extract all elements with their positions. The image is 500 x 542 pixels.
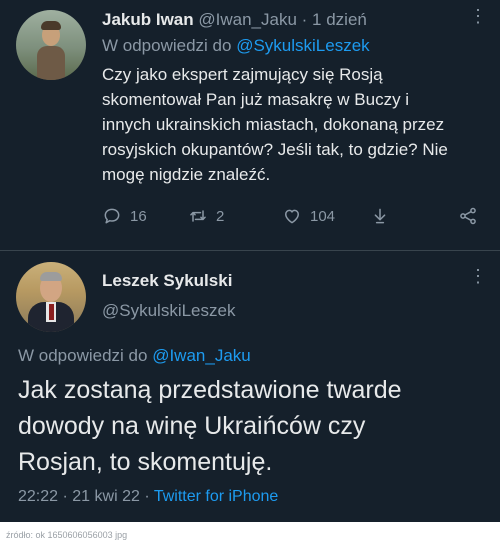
tweet-text: Czy jako ekspert zajmujący się Rosją sko… [102,62,494,187]
divider [0,250,500,251]
tweet-actions: 16 2 104 [102,206,482,228]
reply-icon [104,208,120,224]
tweet-time[interactable]: 1 dzień [312,10,367,29]
tweet-text-line: mogę nigdzie znaleźć. [102,165,271,184]
avatar-hair [40,272,62,281]
like-icon [285,209,299,224]
share-icon [460,207,476,225]
avatar-tie [49,304,54,320]
author-handle[interactable]: @SykulskiLeszek [102,301,235,321]
retweet-icon [190,210,206,222]
share-button[interactable] [458,206,478,226]
more-icon[interactable]: ⋮ [469,266,488,287]
tweet-source[interactable]: Twitter for iPhone [154,488,279,505]
tweet-screenshot: Jakub Iwan @Iwan_Jaku · 1 dzień ⋮ W odpo… [0,0,500,522]
author-handle[interactable]: @Iwan_Jaku [198,10,297,29]
download-button[interactable] [370,206,390,226]
avatar[interactable] [16,262,86,332]
tweet-meta: 22:22 · 21 kwi 22 · Twitter for iPhone [18,488,278,506]
time-separator: · [301,10,308,29]
retweet-button[interactable]: 2 [188,206,224,226]
avatar-hair [41,21,61,30]
more-icon[interactable]: ⋮ [469,6,488,27]
reply-button[interactable]: 16 [102,206,147,226]
replying-to-handle[interactable]: @SykulskiLeszek [236,36,369,55]
reply-tweet[interactable]: Jakub Iwan @Iwan_Jaku · 1 dzień ⋮ W odpo… [0,0,500,250]
tweet-text-line: Czy jako ekspert zajmujący się Rosją [102,65,383,84]
replying-to-handle[interactable]: @Iwan_Jaku [152,346,251,365]
tweet-time[interactable]: 22:22 [18,488,58,505]
retweet-count: 2 [216,207,225,225]
tweet-text-line: rosyjskich okupantów? Jeśli tak, to gdzi… [102,140,448,159]
tweet-text-line: Rosjan, to skomentuję. [18,448,273,476]
avatar-body [37,46,65,80]
like-count: 104 [310,207,336,225]
tweet-text: Jak zostaną przedstawione twarde dowody … [18,372,488,480]
image-caption: źródło: ok 1650606056003 jpg [6,530,128,540]
tweet-header: Jakub Iwan @Iwan_Jaku · 1 dzień [102,10,367,30]
tweet-date[interactable]: 21 kwi 22 [72,488,140,505]
tweet-text-line: innych ukrainskich miastach, dokonaną pr… [102,115,445,134]
download-icon [374,208,386,224]
replying-to-prefix: W odpowiedzi do [18,346,148,365]
like-button[interactable]: 104 [282,206,335,226]
meta-separator: · [62,488,68,505]
avatar[interactable] [16,10,86,80]
tweet-text-line: Jak zostaną przedstawione twarde [18,376,402,404]
replying-to: W odpowiedzi do @SykulskiLeszek [102,36,370,56]
author-name[interactable]: Jakub Iwan [102,10,194,29]
author-name[interactable]: Leszek Sykulski [102,271,232,291]
tweet-text-line: skomentował Pan już masakrę w Buczy i [102,90,410,109]
meta-separator: · [144,488,150,505]
replying-to-prefix: W odpowiedzi do [102,36,232,55]
tweet-text-line: dowody na winę Ukraińców czy [18,412,366,440]
replying-to: W odpowiedzi do @Iwan_Jaku [18,346,251,366]
reply-count: 16 [130,207,147,225]
